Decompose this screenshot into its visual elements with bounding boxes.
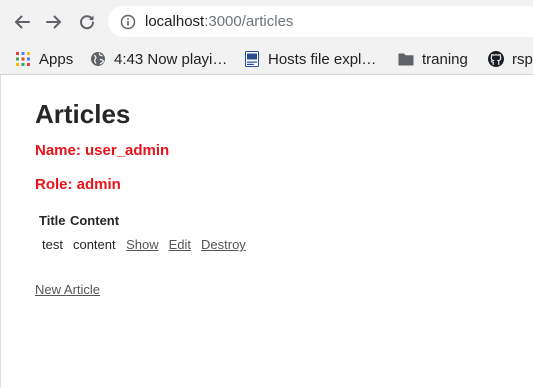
globe-icon	[90, 51, 106, 67]
column-header-empty	[122, 212, 163, 234]
arrow-left-icon	[15, 15, 30, 29]
bookmark-hosts-file[interactable]: Hosts file expl…	[244, 44, 376, 74]
address-bar[interactable]: localhost:3000/articles	[108, 6, 533, 37]
back-button[interactable]	[8, 8, 36, 36]
user-name-line: Name: user_admin	[35, 142, 170, 159]
page-content: Articles Name: user_admin Role: admin Ti…	[0, 75, 533, 388]
bookmark-label: Hosts file expl…	[268, 50, 377, 68]
browser-toolbar: localhost:3000/articles	[0, 0, 533, 44]
github-icon	[488, 51, 504, 67]
destroy-link[interactable]: Destroy	[201, 237, 246, 252]
reload-button[interactable]	[73, 8, 101, 36]
bookmarks-bar: Apps 4:43 Now playi… Hosts file expl… tr…	[0, 44, 533, 75]
bookmark-apps[interactable]: Apps	[15, 44, 73, 74]
articles-table: Title Content test content Show Edit Des…	[36, 210, 252, 255]
column-header-empty	[165, 212, 195, 234]
reload-icon	[80, 15, 94, 30]
cell-destroy: Destroy	[197, 236, 250, 253]
edit-link[interactable]: Edit	[169, 237, 191, 252]
show-link[interactable]: Show	[126, 237, 159, 252]
page-title: Articles	[35, 99, 131, 129]
bookmark-label: 4:43 Now playi…	[114, 50, 228, 68]
bookmark-label: traning	[422, 50, 468, 68]
info-icon[interactable]	[120, 14, 136, 30]
table-header-row: Title Content	[38, 212, 250, 234]
url-text[interactable]: localhost:3000/articles	[145, 13, 293, 30]
bookmark-label: Apps	[39, 50, 74, 68]
url-path: :3000/articles	[204, 13, 294, 30]
cell-edit: Edit	[165, 236, 195, 253]
column-header-empty	[197, 212, 250, 234]
cell-show: Show	[122, 236, 163, 253]
bookmark-folder-traning[interactable]: traning	[398, 44, 468, 74]
column-header-content: Content	[69, 213, 120, 228]
browser-window: localhost:3000/articles Apps 4:43 Now pl…	[0, 0, 533, 388]
arrow-right-icon	[46, 15, 61, 29]
cell-title: test	[42, 237, 63, 252]
url-host: localhost	[145, 13, 205, 30]
bookmark-rsp[interactable]: rsp	[488, 44, 533, 74]
bookmark-label: rsp	[512, 50, 533, 68]
bookmark-now-playing[interactable]: 4:43 Now playi…	[90, 44, 227, 74]
folder-icon	[398, 51, 414, 67]
user-role-line: Role: admin	[35, 176, 121, 193]
apps-grid-icon	[15, 51, 31, 67]
new-article-link[interactable]: New Article	[35, 282, 100, 297]
cell-content: content	[72, 237, 116, 252]
table-row: test content Show Edit Destroy	[38, 236, 250, 253]
forward-button[interactable]	[40, 8, 68, 36]
site-favicon-icon	[244, 51, 260, 67]
column-header-title: Title	[39, 213, 66, 228]
